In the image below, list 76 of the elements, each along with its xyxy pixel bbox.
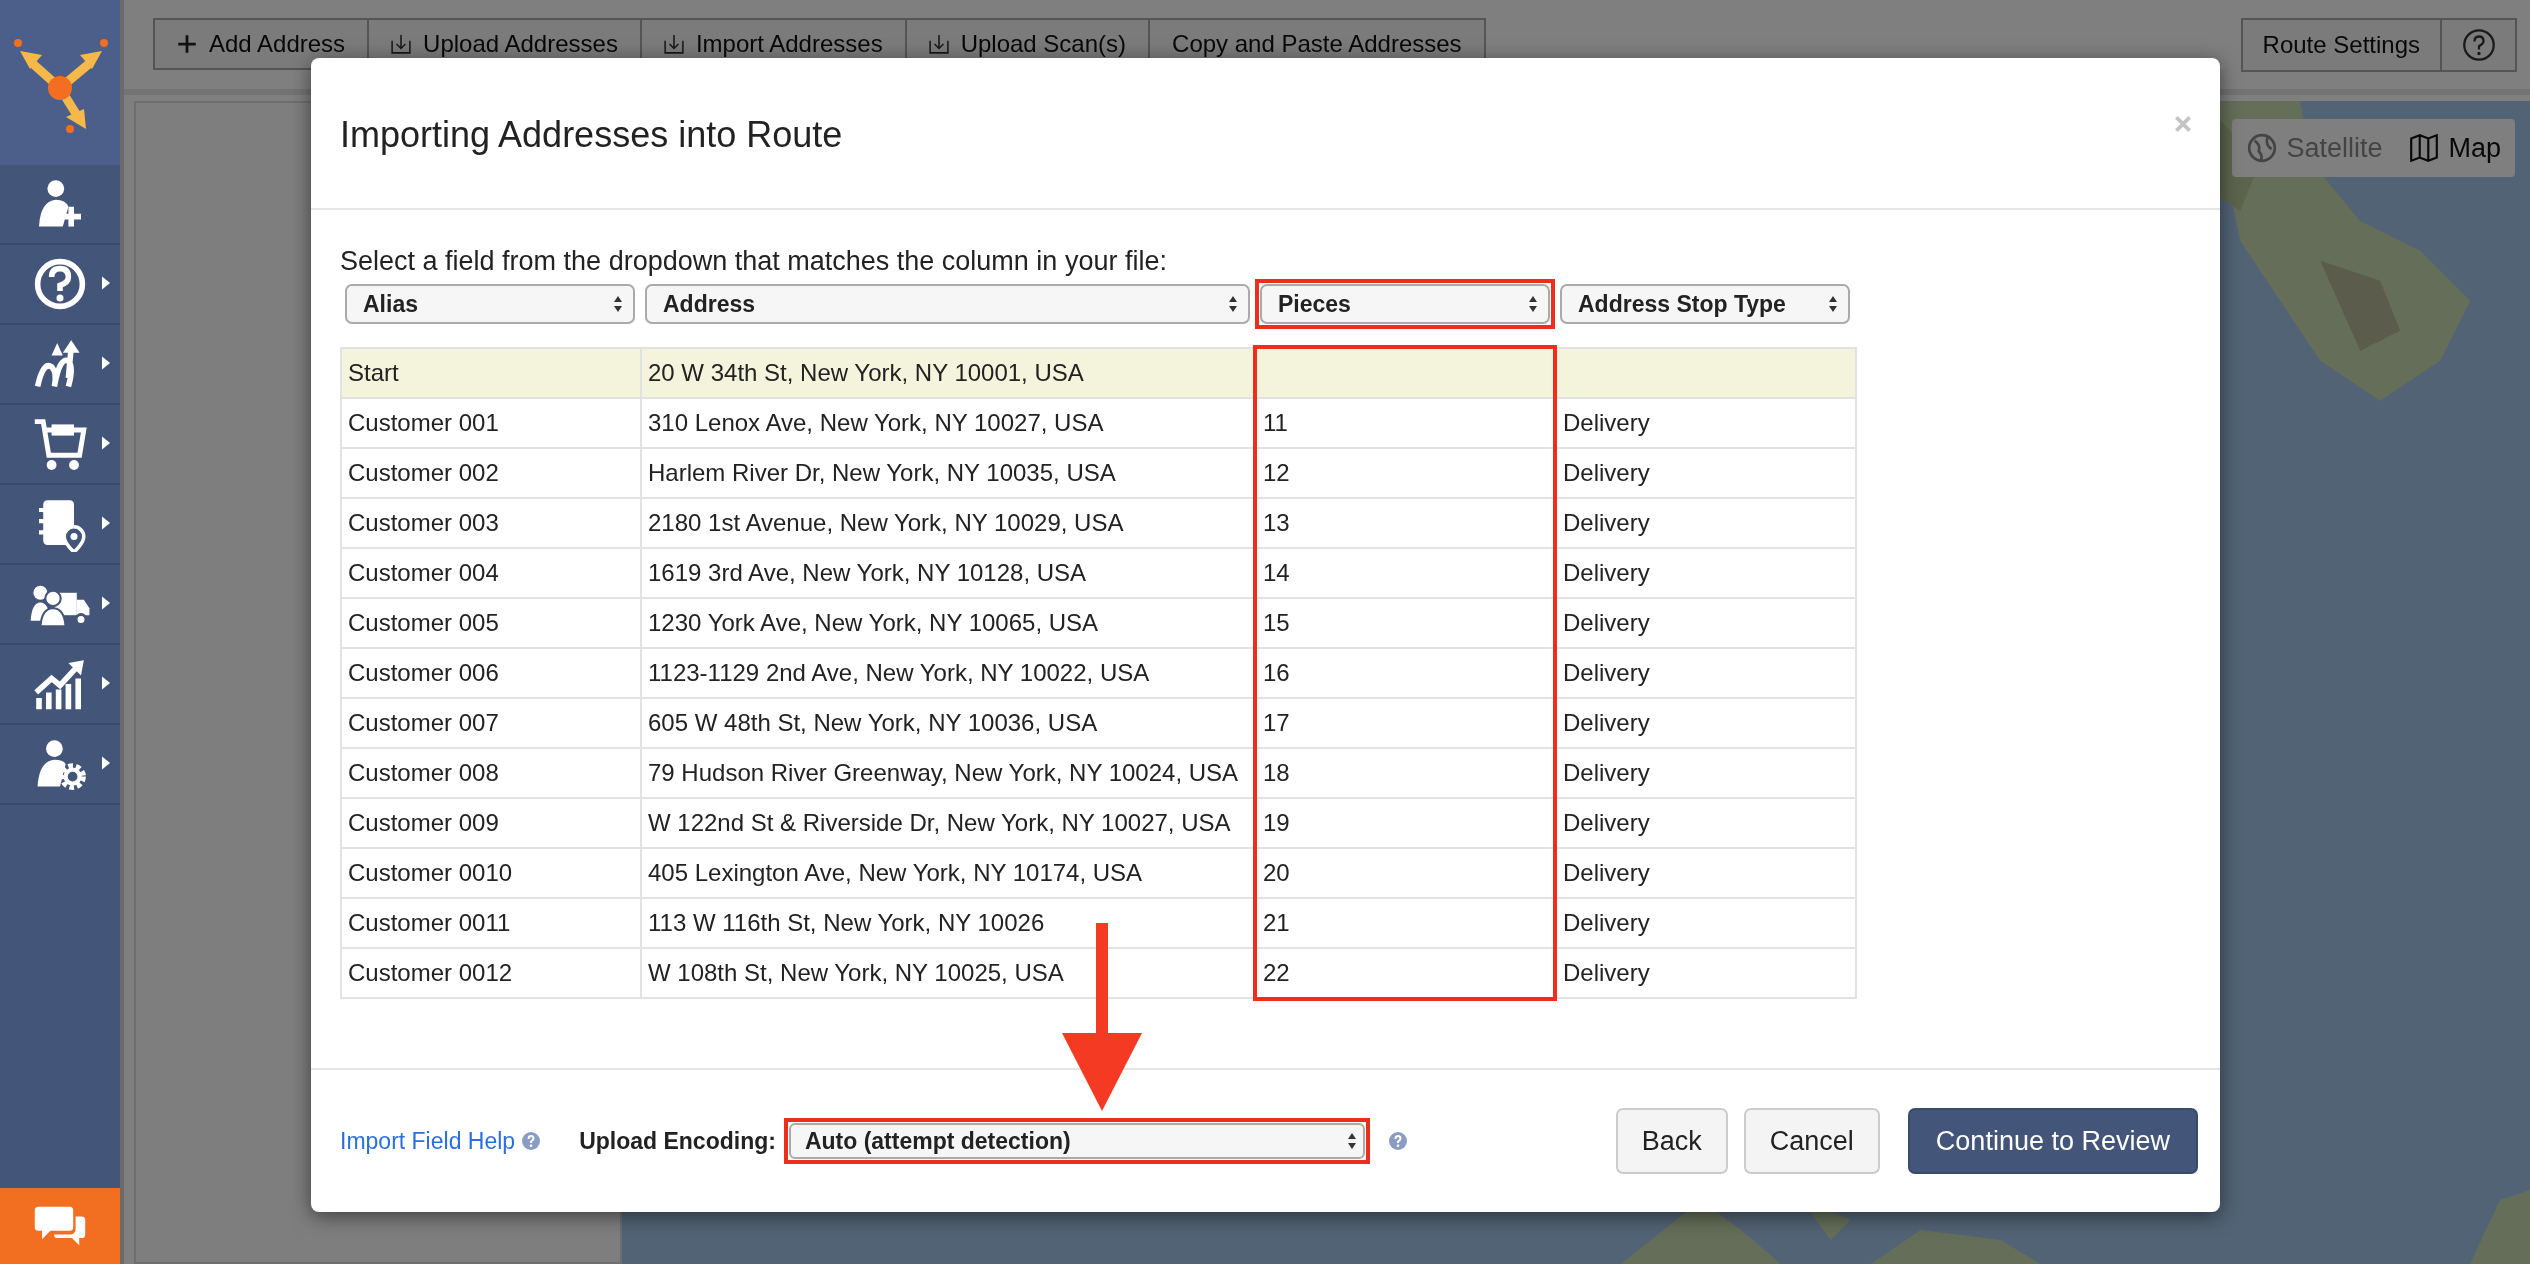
help-icon (2461, 28, 2496, 62)
table-cell: Delivery (1563, 959, 1650, 986)
help-link[interactable]: Import Field Help (340, 1127, 516, 1155)
table-cell: 21 (1263, 909, 1290, 936)
dialog-button[interactable]: Cancel (1743, 1108, 1880, 1174)
table-cell: 15 (1263, 609, 1290, 636)
map-icon (2408, 132, 2441, 164)
table-cell: Delivery (1563, 859, 1650, 886)
caret-icon (102, 356, 110, 370)
table-cell: 13 (1263, 509, 1290, 536)
table-cell: Start (341, 348, 641, 398)
table-cell: 19 (1263, 809, 1290, 836)
field-select[interactable]: Address (645, 284, 1250, 324)
table-cell: Delivery (1563, 709, 1650, 736)
plus-icon (177, 34, 197, 54)
dialog-button[interactable]: Continue to Review (1907, 1108, 2198, 1174)
table-cell: Customer 004 (341, 548, 641, 598)
table-cell: Customer 009 (341, 798, 641, 848)
encoding-label: Upload Encoding: (579, 1127, 776, 1155)
caret-icon (102, 436, 110, 450)
table-cell: 11 (1263, 409, 1288, 436)
up-down-caret-icon (613, 295, 623, 313)
table-cell: 12 (1263, 459, 1290, 486)
map-type-button[interactable]: Map (2408, 132, 2501, 164)
help-icon[interactable] (521, 1131, 542, 1151)
table-cell: Delivery (1563, 909, 1650, 936)
table-cell: Customer 007 (341, 698, 641, 748)
instruction-text: Select a field from the dropdown that matches the column in your file: (340, 246, 1168, 277)
caret-icon (102, 676, 110, 690)
help-button[interactable] (2442, 18, 2517, 72)
table-cell: Delivery (1563, 609, 1650, 636)
caret-icon (102, 516, 110, 530)
dialog-button[interactable]: Back (1615, 1108, 1728, 1174)
table-cell: Customer 001 (341, 398, 641, 448)
table-cell: 18 (1263, 759, 1290, 786)
up-down-caret-icon (1346, 1132, 1357, 1150)
table-cell: Customer 0012 (341, 948, 641, 998)
table-cell: Delivery (1563, 659, 1650, 686)
chat-button[interactable] (0, 1188, 120, 1264)
table-cell: 20 (1263, 859, 1290, 886)
table-cell: 20 W 34th St, New York, NY 10001, USA (641, 348, 1256, 398)
up-down-caret-icon (1528, 295, 1538, 313)
table-cell: Customer 003 (341, 498, 641, 548)
table-cell: Delivery (1563, 809, 1650, 836)
table-cell: Customer 005 (341, 598, 641, 648)
table-cell: Delivery (1563, 759, 1650, 786)
globe-icon (2246, 132, 2279, 164)
route-settings-button[interactable]: Route Settings (2240, 18, 2442, 72)
field-select[interactable]: Pieces (1260, 284, 1550, 324)
table-cell: Customer 008 (341, 748, 641, 798)
up-down-caret-icon (1228, 295, 1238, 313)
toolbar-button[interactable]: Add Address (153, 18, 370, 70)
tray-arrow-icon (663, 34, 684, 54)
table-cell: 16 (1263, 659, 1290, 686)
table-cell: Customer 0011 (341, 898, 641, 948)
table-cell: 17 (1263, 709, 1290, 736)
tray-arrow-icon (391, 34, 412, 54)
table-cell: Customer 006 (341, 648, 641, 698)
dialog-title: Importing Addresses into Route (340, 114, 843, 156)
encoding-select[interactable]: Auto (attempt detection) (788, 1123, 1365, 1159)
table-cell: 22 (1263, 959, 1290, 986)
table-cell: Delivery (1563, 459, 1650, 486)
help-icon[interactable] (1387, 1131, 1408, 1151)
field-select[interactable]: Alias (345, 284, 635, 324)
table-cell: Delivery (1563, 409, 1650, 436)
table-cell: Customer 0010 (341, 848, 641, 898)
field-select[interactable]: Address Stop Type (1560, 284, 1850, 324)
table-cell: Customer 002 (341, 448, 641, 498)
table-cell: Delivery (1563, 559, 1650, 586)
caret-icon (102, 276, 110, 290)
tray-arrow-icon (928, 34, 949, 54)
caret-icon (102, 756, 110, 770)
table-cell: 14 (1263, 559, 1290, 586)
caret-icon (102, 596, 110, 610)
up-down-caret-icon (1828, 295, 1838, 313)
table-cell: Delivery (1563, 509, 1650, 536)
